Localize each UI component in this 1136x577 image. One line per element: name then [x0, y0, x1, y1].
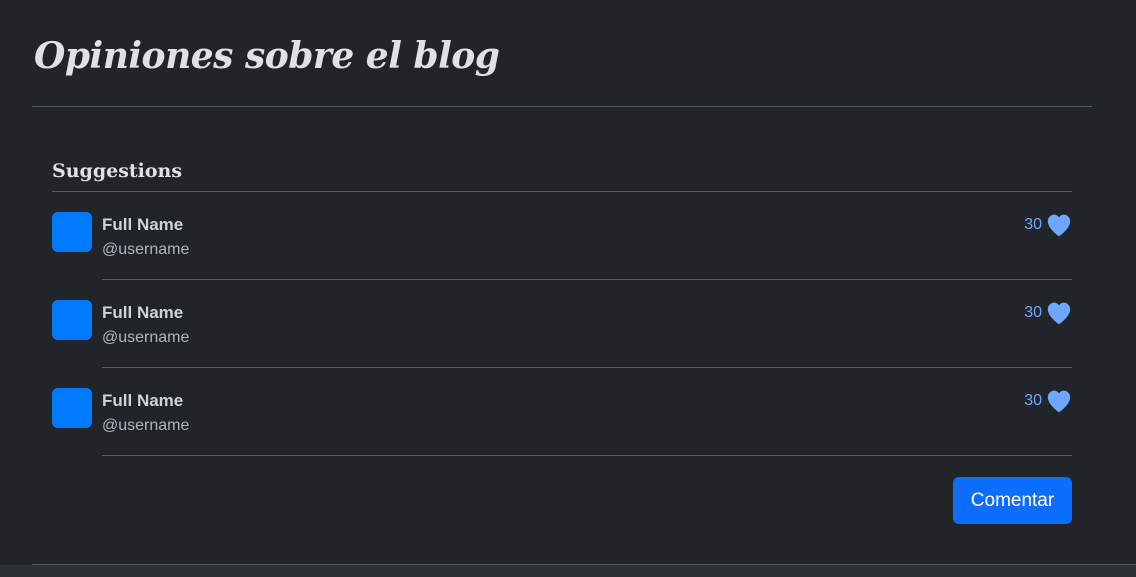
likes: 30	[1024, 301, 1072, 325]
list-item: Full Name @username 30	[52, 192, 1072, 280]
likes-count: 30	[1024, 304, 1042, 321]
heart-icon[interactable]	[1046, 213, 1072, 237]
footer-edge	[0, 565, 1136, 577]
heart-icon[interactable]	[1046, 389, 1072, 413]
likes-count: 30	[1024, 216, 1042, 233]
full-name: Full Name	[102, 215, 184, 234]
comment-button[interactable]: Comentar	[953, 477, 1072, 524]
suggestions-card: Suggestions Full Name @username 30 Full …	[32, 107, 1092, 564]
avatar	[52, 300, 92, 340]
full-name: Full Name	[102, 303, 184, 322]
likes: 30	[1024, 389, 1072, 413]
page: Opiniones sobre el blog Suggestions Full…	[0, 0, 1136, 577]
list-item: Full Name @username 30	[52, 280, 1072, 368]
page-title: Opiniones sobre el blog	[34, 35, 500, 77]
username: @username	[102, 417, 190, 434]
username: @username	[102, 241, 190, 258]
full-name: Full Name	[102, 391, 184, 410]
row-divider	[102, 455, 1072, 456]
card-heading: Suggestions	[52, 160, 183, 182]
list-item: Full Name @username 30	[52, 368, 1072, 456]
likes-count: 30	[1024, 392, 1042, 409]
heart-icon[interactable]	[1046, 301, 1072, 325]
avatar	[52, 388, 92, 428]
username: @username	[102, 329, 190, 346]
likes: 30	[1024, 213, 1072, 237]
avatar	[52, 212, 92, 252]
